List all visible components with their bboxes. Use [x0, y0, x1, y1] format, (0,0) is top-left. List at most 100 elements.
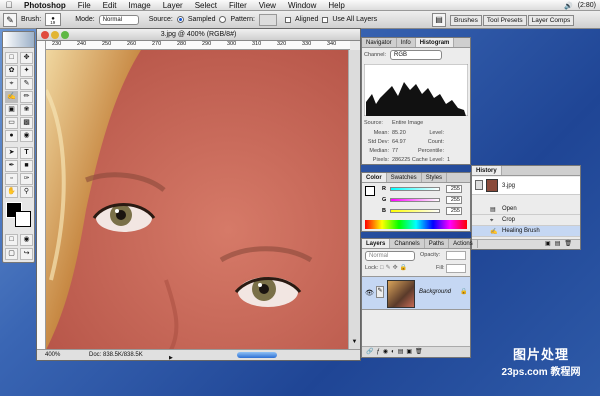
- brush-picker[interactable]: ● 19: [45, 13, 62, 26]
- battery-status[interactable]: (2:80): [578, 2, 596, 9]
- green-slider[interactable]: [390, 198, 440, 202]
- tab-channels[interactable]: Channels: [390, 239, 425, 248]
- green-value[interactable]: 255: [446, 196, 462, 204]
- tab-tool-presets[interactable]: Tool Presets: [482, 15, 527, 26]
- shape-tool-icon[interactable]: ■: [20, 160, 33, 172]
- menu-filter[interactable]: Filter: [223, 1, 253, 10]
- notes-tool-icon[interactable]: ▫: [5, 173, 18, 185]
- history-item-open[interactable]: ▤ Open: [472, 204, 580, 215]
- menu-layer[interactable]: Layer: [157, 1, 189, 10]
- delete-layer-icon[interactable]: 🗑: [415, 349, 426, 355]
- history-item-crop[interactable]: ⌖ Crop: [472, 215, 580, 226]
- screen-mode-icon[interactable]: ▢: [5, 248, 18, 260]
- menu-window[interactable]: Window: [282, 1, 322, 10]
- vertical-ruler[interactable]: [37, 41, 46, 350]
- red-value[interactable]: 255: [446, 185, 462, 193]
- zoom-level[interactable]: 400%: [45, 350, 60, 360]
- tab-brushes[interactable]: Brushes: [450, 15, 482, 26]
- slice-tool-icon[interactable]: ✎: [20, 78, 33, 90]
- healing-brush-tool-icon[interactable]: ✎: [3, 12, 17, 27]
- speaker-icon[interactable]: 🔊: [564, 2, 573, 10]
- document-titlebar[interactable]: 3.jpg @ 400% (RGB/8#): [37, 29, 360, 41]
- jump-to-imageready-icon[interactable]: ↪: [20, 248, 33, 260]
- zoom-tool-icon[interactable]: ⚲: [20, 186, 33, 198]
- minimize-icon[interactable]: [51, 31, 59, 39]
- brush-tool-icon[interactable]: ✏: [20, 91, 33, 103]
- pattern-radio[interactable]: [219, 16, 227, 23]
- use-all-layers-checkbox[interactable]: [322, 16, 329, 23]
- layer-name[interactable]: Background: [419, 289, 451, 295]
- vertical-scrollbar[interactable]: ▼: [348, 50, 360, 350]
- new-document-icon[interactable]: ▣: [545, 241, 555, 247]
- image-canvas[interactable]: [46, 50, 350, 350]
- marquee-tool-icon[interactable]: □: [5, 52, 18, 64]
- apple-icon[interactable]: : [0, 0, 18, 10]
- path-selection-tool-icon[interactable]: ➤: [5, 147, 18, 159]
- eye-icon[interactable]: 👁: [365, 289, 374, 297]
- doc-size[interactable]: Doc: 838.5K/838.5K: [89, 350, 143, 360]
- menu-image[interactable]: Image: [122, 1, 156, 10]
- pattern-picker[interactable]: [258, 13, 277, 26]
- move-tool-icon[interactable]: ✥: [20, 52, 33, 64]
- blend-mode-select[interactable]: Normal: [365, 251, 415, 261]
- hand-tool-icon[interactable]: ✋: [5, 186, 18, 198]
- menu-view[interactable]: View: [253, 1, 282, 10]
- toolbox-header-icon[interactable]: [3, 32, 34, 48]
- eyedropper-tool-icon[interactable]: ✑: [20, 173, 33, 185]
- tab-layers[interactable]: Layers: [362, 239, 391, 248]
- gradient-tool-icon[interactable]: ▩: [20, 117, 33, 129]
- lock-icons[interactable]: □✎✥🔒: [380, 264, 409, 271]
- menu-help[interactable]: Help: [322, 1, 350, 10]
- tab-histogram[interactable]: Histogram: [415, 38, 455, 47]
- brush-link-icon[interactable]: ✎: [376, 286, 384, 298]
- mask-icon[interactable]: ◉: [383, 349, 391, 355]
- opacity-field[interactable]: [446, 251, 466, 260]
- aligned-checkbox[interactable]: [284, 16, 291, 23]
- quick-mask-icon[interactable]: ◉: [20, 234, 33, 246]
- history-snapshot[interactable]: 3.jpg: [472, 177, 580, 195]
- link-icon[interactable]: 🔗: [366, 349, 376, 355]
- background-color-swatch[interactable]: [15, 211, 31, 227]
- zoom-icon[interactable]: [61, 31, 69, 39]
- tab-navigator[interactable]: Navigator: [362, 38, 397, 47]
- standard-mode-icon[interactable]: □: [5, 234, 18, 246]
- menu-edit[interactable]: Edit: [97, 1, 123, 10]
- tab-layer-comps[interactable]: Layer Comps: [527, 15, 575, 26]
- channel-select[interactable]: RGB: [390, 50, 442, 60]
- new-snapshot-icon[interactable]: ▤: [555, 241, 565, 247]
- close-icon[interactable]: [41, 31, 49, 39]
- palette-well-icon[interactable]: ▤: [432, 13, 446, 27]
- pen-tool-icon[interactable]: ✒: [5, 160, 18, 172]
- horizontal-ruler[interactable]: 230 240 250 260 270 280 290 300 310 320 …: [46, 41, 350, 50]
- color-ramp[interactable]: [365, 220, 467, 229]
- history-brush-tool-icon[interactable]: ❀: [20, 104, 33, 116]
- dodge-tool-icon[interactable]: ◉: [20, 130, 33, 142]
- clone-stamp-tool-icon[interactable]: ▣: [5, 104, 18, 116]
- eraser-tool-icon[interactable]: ▭: [5, 117, 18, 129]
- trash-icon[interactable]: 🗑: [564, 241, 576, 247]
- crop-tool-icon[interactable]: ⌖: [5, 78, 18, 90]
- adjustment-icon[interactable]: ◐: [391, 349, 398, 355]
- status-menu-icon[interactable]: ▶: [169, 353, 173, 363]
- magic-wand-tool-icon[interactable]: ✦: [20, 65, 33, 77]
- horizontal-scroll-thumb[interactable]: [237, 352, 277, 358]
- tab-history[interactable]: History: [472, 166, 502, 175]
- healing-brush-tool-icon[interactable]: ✍: [5, 91, 18, 103]
- layer-row-background[interactable]: 👁 ✎ Background 🔒: [362, 276, 470, 310]
- new-layer-icon[interactable]: ▣: [406, 349, 415, 355]
- menu-app[interactable]: Photoshop: [18, 1, 72, 10]
- tab-swatches[interactable]: Swatches: [387, 173, 422, 182]
- blue-slider[interactable]: [390, 209, 440, 213]
- tab-info[interactable]: Info: [397, 38, 416, 47]
- sampled-radio[interactable]: [176, 16, 184, 23]
- mode-select[interactable]: Normal: [98, 14, 139, 25]
- tab-paths[interactable]: Paths: [425, 239, 450, 248]
- fill-field[interactable]: [446, 264, 466, 273]
- blur-tool-icon[interactable]: ●: [5, 130, 18, 142]
- lasso-tool-icon[interactable]: ✿: [5, 65, 18, 77]
- color-fg-swatch[interactable]: [365, 186, 375, 196]
- scroll-down-icon[interactable]: ▼: [350, 339, 359, 348]
- type-tool-icon[interactable]: T: [20, 147, 33, 159]
- tab-color[interactable]: Color: [362, 173, 387, 182]
- tab-actions[interactable]: Actions: [449, 239, 478, 248]
